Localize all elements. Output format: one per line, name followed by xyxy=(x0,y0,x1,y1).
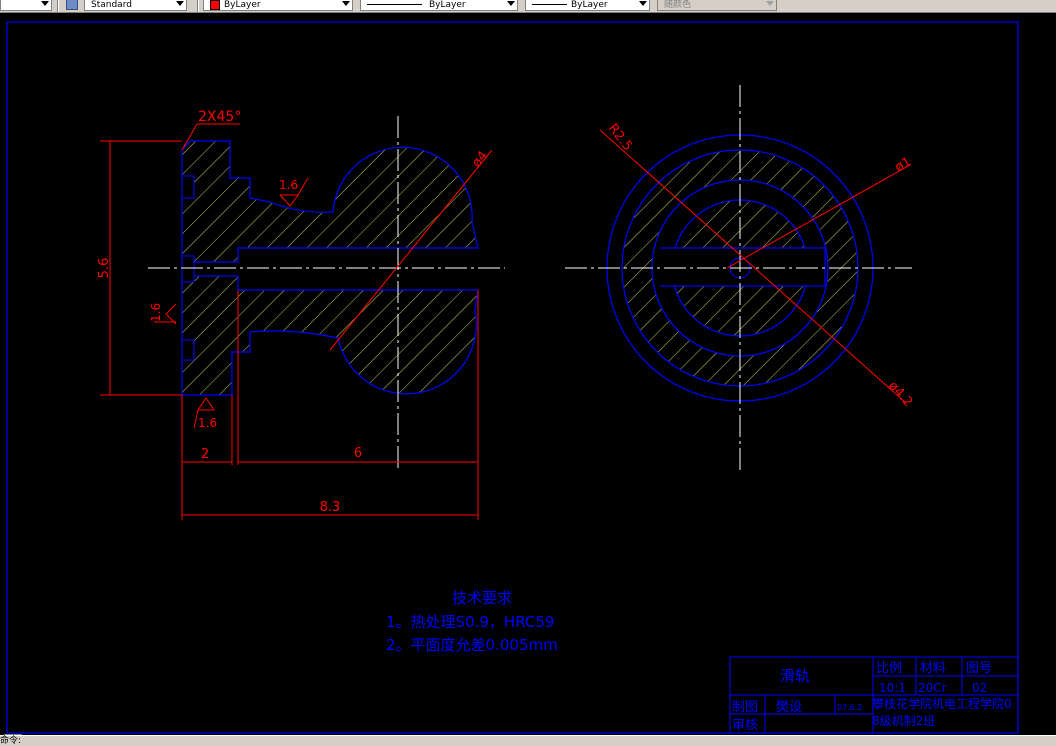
text-style-combo[interactable]: Standard xyxy=(84,0,187,11)
color-value: ByLayer xyxy=(224,0,261,10)
chevron-down-icon[interactable] xyxy=(507,1,515,6)
color-swatch-icon xyxy=(210,0,220,10)
dim-inner-diameter: ø1 xyxy=(893,154,915,175)
material-label: 材料 xyxy=(920,661,946,676)
drawn-label: 制图 xyxy=(732,700,758,715)
chevron-down-icon[interactable] xyxy=(342,1,350,6)
dim-outer-diameter: ø4.2 xyxy=(885,379,915,410)
school-name: 攀枝花学院机电工程学院08级机制2班 xyxy=(872,697,1012,728)
plot-style-value: 随颜色 xyxy=(664,0,692,10)
checked-label: 审核 xyxy=(732,718,758,733)
tech-requirement-1: 1。热处理S0.9，HRC59 xyxy=(386,613,554,631)
roughness-label-left: 1.6 xyxy=(149,303,163,322)
text-style-value: Standard xyxy=(91,0,132,10)
properties-toolbar: Standard ByLayer ByLayer ByLayer 随颜色 xyxy=(0,0,1056,13)
dim-radius: R2.5 xyxy=(605,121,635,154)
command-prompt: 命令: xyxy=(0,736,22,746)
upper-section-hatch xyxy=(181,140,479,263)
linetype-combo[interactable]: ByLayer xyxy=(360,0,518,11)
prev-combo[interactable] xyxy=(0,0,52,11)
drawn-by: 樊设 xyxy=(776,700,802,715)
lineweight-value: ByLayer xyxy=(571,0,608,10)
chevron-down-icon[interactable] xyxy=(639,1,647,6)
drawn-date: 07.6.2 xyxy=(837,703,862,712)
chevron-down-icon[interactable] xyxy=(176,1,184,6)
dim-total-width: 8.3 xyxy=(320,500,341,515)
part-name: 滑轨 xyxy=(780,667,810,685)
lower-section-hatch xyxy=(181,275,479,396)
center-notch xyxy=(181,255,195,283)
dim-height: 5.6 xyxy=(97,258,112,279)
scale-label: 比例 xyxy=(876,661,902,676)
roughness-label-bottom: 1.6 xyxy=(198,416,217,430)
dim-ball-diameter: ø4 xyxy=(469,148,491,170)
tech-requirements-title: 技术要求 xyxy=(452,589,512,607)
chamfer-label: 2X45° xyxy=(198,109,241,125)
linetype-value: ByLayer xyxy=(429,0,466,10)
chevron-down-icon[interactable] xyxy=(41,1,49,6)
toolbar-separator xyxy=(197,0,199,12)
tech-requirement-2: 2。平面度允差0.005mm xyxy=(386,636,558,654)
text-style-icon[interactable] xyxy=(66,0,78,10)
lower-notch xyxy=(181,339,195,361)
scale-value: 10:1 xyxy=(879,681,906,695)
color-combo[interactable]: ByLayer xyxy=(203,0,353,11)
drawing-no-value: 02 xyxy=(972,681,987,695)
roughness-label-top: 1.6 xyxy=(279,178,298,192)
lineweight-combo[interactable]: ByLayer xyxy=(525,0,650,11)
command-line[interactable]: 命令: xyxy=(0,735,1056,746)
lineweight-glyph-icon xyxy=(532,4,567,5)
linetype-glyph-icon xyxy=(367,4,422,5)
material-value: 20Cr xyxy=(918,681,947,695)
plot-style-combo: 随颜色 xyxy=(657,0,777,11)
school-cell: 攀枝花学院机电工程学院08级机制2班 xyxy=(872,697,1012,728)
upper-notch xyxy=(181,175,195,199)
drawing-no-label: 图号 xyxy=(966,661,992,676)
toolbar-separator xyxy=(57,0,59,12)
dim-right-width: 6 xyxy=(354,446,362,461)
drawing-canvas[interactable]: 2X45° 1.6 1.6 1.6 5.6 2 6 8.3 ø4 R2.5 ø1… xyxy=(0,13,1056,735)
chevron-down-icon xyxy=(766,1,774,6)
dim-left-width: 2 xyxy=(201,447,209,462)
